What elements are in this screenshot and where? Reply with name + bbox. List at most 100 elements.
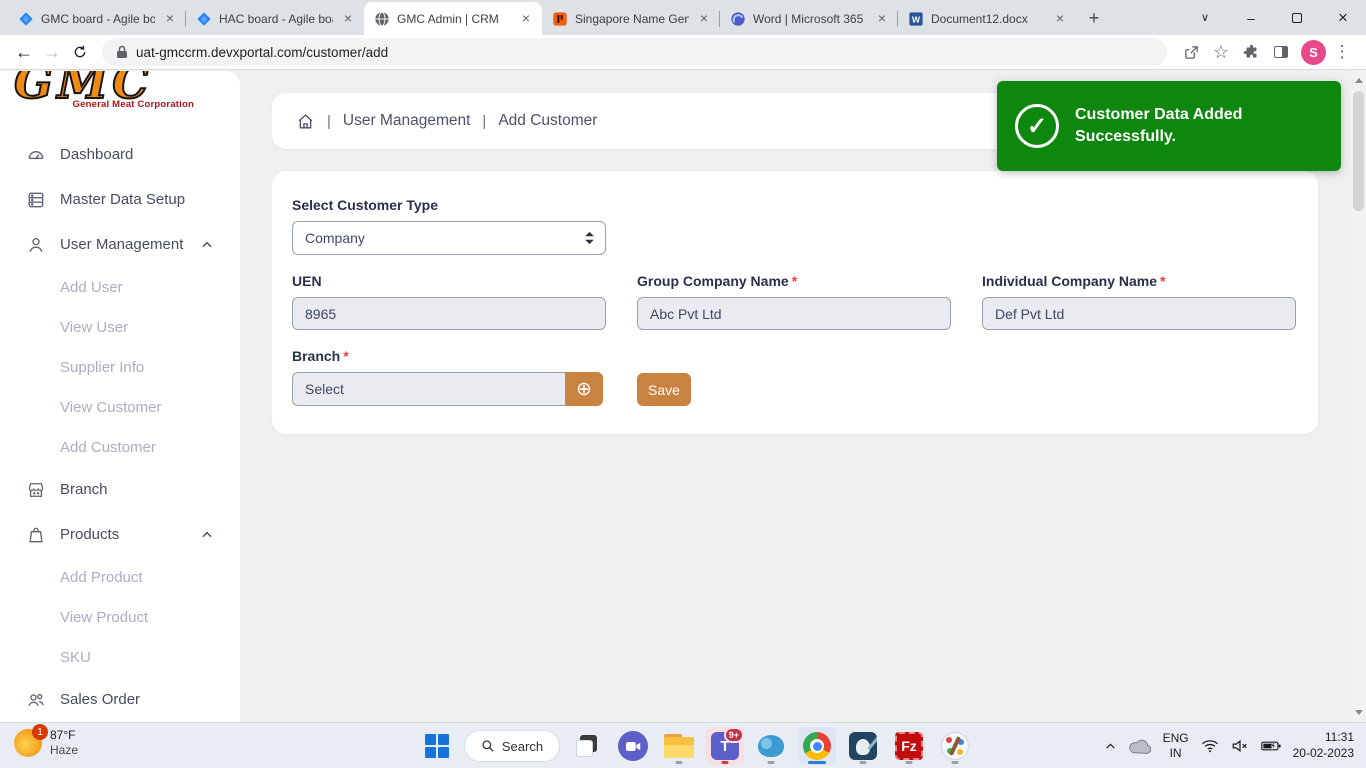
tab-close-icon[interactable]: ×	[340, 10, 356, 27]
task-view-icon	[574, 733, 600, 759]
sidebar-item-master-data-setup[interactable]: Master Data Setup	[0, 177, 240, 222]
sidebar-item-supplier-info[interactable]: Supplier Info	[0, 347, 240, 387]
microsoft-365-icon	[730, 11, 746, 27]
sidebar-item-sales-order[interactable]: Sales Order	[0, 677, 240, 722]
scroll-up-arrow[interactable]	[1351, 73, 1366, 88]
uen-input[interactable]	[292, 297, 606, 330]
browser-toolbar: ← → uat-gmccrm.devxportal.com/customer/a…	[0, 35, 1366, 70]
start-button[interactable]	[418, 727, 456, 765]
breadcrumb-divider: |	[482, 112, 487, 130]
side-panel-icon[interactable]	[1267, 38, 1295, 66]
back-button[interactable]: ←	[10, 38, 38, 66]
reload-button[interactable]	[66, 38, 94, 66]
add-branch-button[interactable]: ⊕	[565, 372, 603, 406]
clock-time: 11:31	[1324, 730, 1354, 745]
browser-tab-gmc-board[interactable]: GMC board - Agile bo ×	[8, 2, 186, 35]
window-close-button[interactable]: ×	[1320, 0, 1366, 35]
branch-select-value: Select	[305, 381, 344, 397]
group-company-input[interactable]	[637, 297, 951, 330]
chevron-up-icon	[200, 238, 214, 252]
sidebar-item-add-product[interactable]: Add Product	[0, 557, 240, 597]
windows-taskbar: 1 87°F Haze Search T 9+ Fz ENG IN 11:31 …	[0, 722, 1366, 768]
teams-button[interactable]: T 9+	[706, 727, 744, 765]
sidebar-item-view-customer[interactable]: View Customer	[0, 387, 240, 427]
breadcrumb-section[interactable]: User Management	[343, 112, 471, 130]
window-maximize-button[interactable]	[1274, 0, 1320, 35]
customer-type-label: Select Customer Type	[292, 197, 439, 213]
customer-type-select[interactable]: Company	[292, 221, 606, 255]
taskbar-search[interactable]: Search	[464, 730, 560, 762]
address-bar[interactable]: uat-gmccrm.devxportal.com/customer/add	[102, 38, 1167, 66]
filezilla-icon: Fz	[895, 732, 923, 760]
chrome-button[interactable]	[798, 727, 836, 765]
nav-label: Dashboard	[60, 146, 134, 163]
sidebar-item-add-user[interactable]: Add User	[0, 267, 240, 307]
task-view-button[interactable]	[568, 727, 606, 765]
sidebar-item-user-management[interactable]: User Management	[0, 222, 240, 267]
new-tab-button[interactable]: +	[1080, 4, 1108, 32]
paint-palette-icon	[941, 732, 969, 760]
wifi-icon[interactable]	[1201, 739, 1219, 753]
plus-circle-icon: ⊕	[576, 378, 592, 400]
tab-close-icon[interactable]: ×	[696, 10, 712, 27]
dashboard-gauge-icon	[26, 145, 46, 165]
nav-label: Branch	[60, 481, 108, 498]
group-company-label: Group Company Name *	[637, 273, 798, 289]
browser-tab-word-365[interactable]: Word | Microsoft 365 ×	[720, 2, 898, 35]
browser-menu-icon[interactable]: ⋮	[1328, 38, 1356, 66]
pgadmin-button[interactable]	[752, 727, 790, 765]
sidebar-item-products[interactable]: Products	[0, 512, 240, 557]
sidebar-item-sku[interactable]: SKU	[0, 637, 240, 677]
tab-close-icon[interactable]: ×	[874, 10, 890, 27]
browser-tab-gmc-admin-active[interactable]: GMC Admin | CRM ×	[364, 2, 542, 35]
branch-select[interactable]: Select	[292, 372, 565, 406]
forward-button[interactable]: →	[38, 38, 66, 66]
nav-label: SKU	[60, 648, 91, 666]
running-indicator	[951, 761, 959, 764]
battery-icon[interactable]	[1260, 740, 1281, 752]
weather-widget[interactable]: 1 87°F Haze	[14, 724, 78, 758]
tab-label: HAC board - Agile boa	[219, 11, 333, 26]
sidebar-item-branch[interactable]: Branch	[0, 467, 240, 512]
running-indicator	[721, 761, 729, 764]
language-indicator[interactable]: ENG IN	[1163, 731, 1189, 761]
sidebar-item-view-product[interactable]: View Product	[0, 597, 240, 637]
sidebar: GMC General Meat Corporation Dashboard M…	[0, 71, 240, 722]
filezilla-button[interactable]: Fz	[890, 727, 928, 765]
taskbar-clock[interactable]: 11:31 20-02-2023	[1293, 730, 1354, 761]
sidebar-item-add-customer[interactable]: Add Customer	[0, 427, 240, 467]
database-server-icon	[26, 190, 46, 210]
scroll-down-arrow[interactable]	[1351, 705, 1366, 720]
chat-button[interactable]	[614, 727, 652, 765]
individual-company-input[interactable]	[982, 297, 1296, 330]
window-minimize-button[interactable]: –	[1228, 0, 1274, 35]
scrollbar-thumb[interactable]	[1353, 91, 1364, 211]
profile-avatar[interactable]: S	[1301, 39, 1326, 65]
onedrive-cloud-icon[interactable]	[1128, 739, 1151, 754]
save-button[interactable]: Save	[637, 373, 691, 406]
search-label: Search	[501, 738, 544, 754]
tab-close-icon[interactable]: ×	[518, 10, 534, 27]
share-icon[interactable]	[1177, 38, 1205, 66]
hidden-icons-chevron-icon[interactable]	[1104, 740, 1117, 753]
bookmark-star-icon[interactable]: ☆	[1207, 38, 1235, 66]
running-indicator	[675, 761, 683, 764]
extensions-puzzle-icon[interactable]	[1237, 38, 1265, 66]
tab-search-chevron-icon[interactable]: ∨	[1182, 0, 1228, 35]
sidebar-item-view-user[interactable]: View User	[0, 307, 240, 347]
volume-muted-icon[interactable]	[1231, 739, 1249, 753]
singapore-generator-icon	[552, 11, 568, 27]
home-icon[interactable]	[296, 112, 315, 131]
paint-button[interactable]	[936, 727, 974, 765]
browser-tab-document12[interactable]: W Document12.docx ×	[898, 2, 1076, 35]
file-explorer-icon	[664, 734, 694, 758]
browser-tab-singapore-name[interactable]: Singapore Name Gene ×	[542, 2, 720, 35]
storefront-icon	[26, 480, 46, 500]
tab-close-icon[interactable]: ×	[162, 10, 178, 27]
page-scrollbar[interactable]	[1351, 71, 1366, 722]
file-explorer-button[interactable]	[660, 727, 698, 765]
browser-tab-hac-board[interactable]: HAC board - Agile boa ×	[186, 2, 364, 35]
tab-close-icon[interactable]: ×	[1052, 10, 1068, 27]
sidebar-item-dashboard[interactable]: Dashboard	[0, 132, 240, 177]
postgresql-button[interactable]	[844, 727, 882, 765]
